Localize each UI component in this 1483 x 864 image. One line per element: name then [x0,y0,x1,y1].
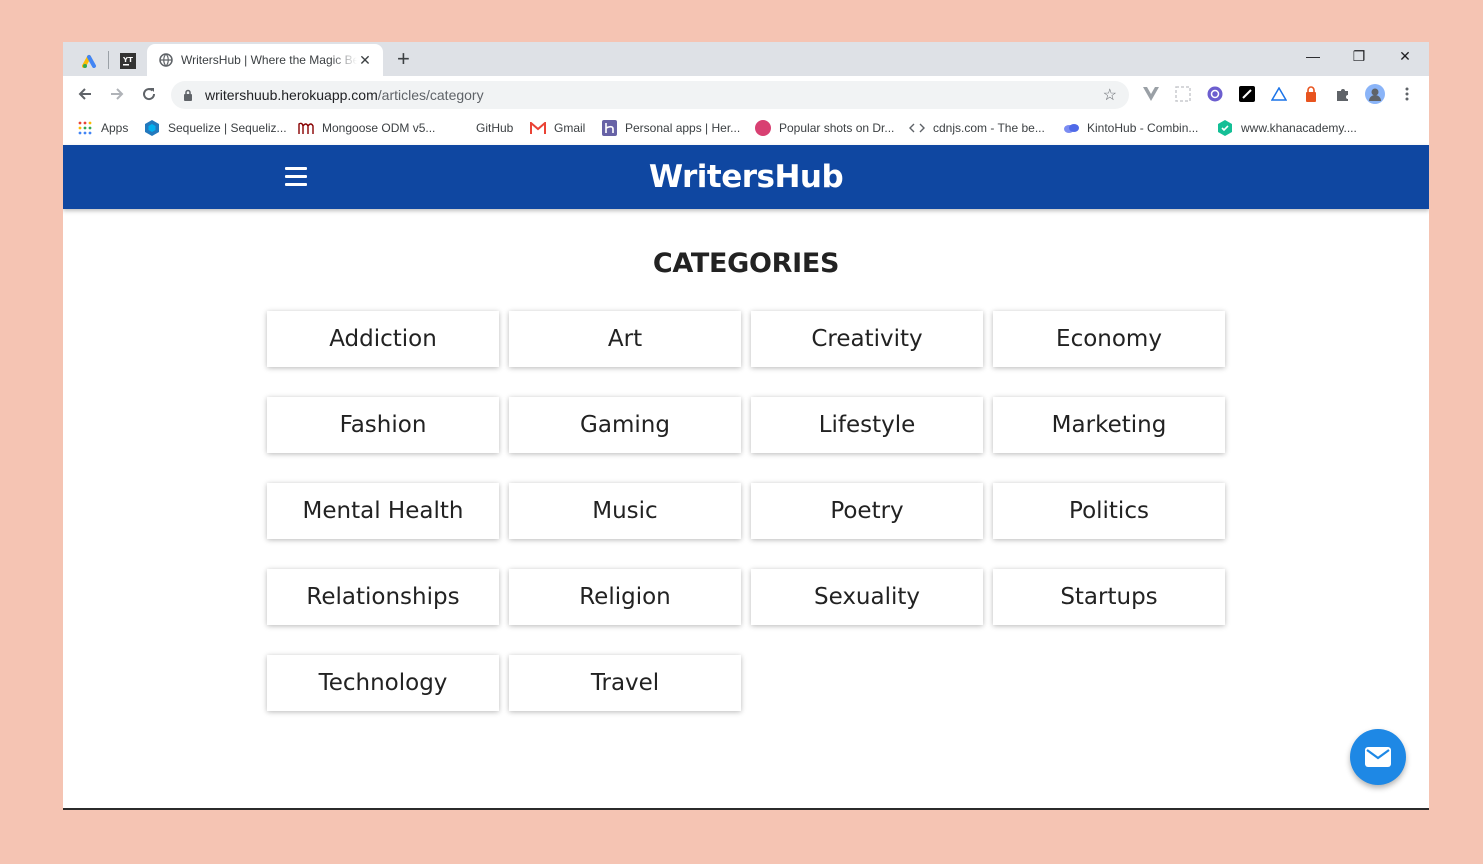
site-header: WritersHub [63,145,1429,209]
new-tab-button[interactable]: + [397,47,410,71]
bookmark-github[interactable]: GitHub [452,118,513,138]
tab-strip: YT WritersHub | Where the Magic Begins ✕… [63,42,1429,76]
reload-icon [143,88,156,101]
contact-fab-button[interactable] [1350,729,1406,785]
code-icon [909,120,925,136]
back-button[interactable] [73,82,97,106]
minimize-button[interactable]: — [1293,48,1333,64]
bookmark-label: Sequelize | Sequeliz... [168,121,287,135]
bookmark-label: Gmail [554,121,586,135]
url-text: writershuub.herokuapp.com/articles/categ… [205,87,1103,103]
back-icon [78,88,91,100]
puzzle-icon[interactable] [1333,84,1353,104]
dribbble-icon [755,120,771,136]
bookmark-sequelize[interactable]: Sequelize | Sequeliz... [144,118,287,138]
bookmark-label: www.khanacademy.... [1241,121,1357,135]
category-button-sexuality[interactable]: Sexuality [751,569,983,625]
menu-dots-icon[interactable] [1397,84,1417,104]
bookmark-apps[interactable]: Apps [77,118,128,138]
reload-button[interactable] [137,82,161,106]
globe-icon [159,53,173,67]
category-button-gaming[interactable]: Gaming [509,397,741,453]
mongoose-icon [298,120,314,136]
category-button-religion[interactable]: Religion [509,569,741,625]
heroku-icon [601,120,617,136]
sequelize-icon [144,120,160,136]
profile-avatar-icon[interactable] [1365,84,1385,104]
browser-window: YT WritersHub | Where the Magic Begins ✕… [63,42,1429,810]
shield-extension-icon[interactable] [1205,84,1225,104]
address-bar[interactable]: writershuub.herokuapp.com/articles/categ… [171,81,1129,109]
url-path: /articles/category [377,87,484,103]
pinned-tab-jetbrains[interactable]: YT [113,46,143,76]
category-button-economy[interactable]: Economy [993,311,1225,367]
bookmark-heroku[interactable]: Personal apps | Her... [601,118,740,138]
bookmark-label: Mongoose ODM v5... [322,121,436,135]
category-button-technology[interactable]: Technology [267,655,499,711]
pinned-tab-google-ads[interactable] [75,46,105,76]
category-button-fashion[interactable]: Fashion [267,397,499,453]
bookmark-label: Popular shots on Dr... [779,121,895,135]
category-button-creativity[interactable]: Creativity [751,311,983,367]
notion-icon[interactable] [1237,84,1257,104]
khanacademy-icon [1217,120,1233,136]
envelope-icon [1365,747,1391,767]
bookmark-label: cdnjs.com - The be... [933,121,1045,135]
category-button-poetry[interactable]: Poetry [751,483,983,539]
category-button-addiction[interactable]: Addiction [267,311,499,367]
category-button-startups[interactable]: Startups [993,569,1225,625]
lastpass-icon[interactable] [1301,84,1321,104]
bookmark-khanacademy[interactable]: www.khanacademy.... [1217,118,1357,138]
brand-logo[interactable]: WritersHub [63,145,1429,209]
category-button-music[interactable]: Music [509,483,741,539]
google-ads-icon [82,55,96,68]
extension-placeholder-icon[interactable] [1173,84,1193,104]
lock-icon [183,89,197,101]
bookmark-dribbble[interactable]: Popular shots on Dr... [755,118,894,138]
category-button-art[interactable]: Art [509,311,741,367]
bookmark-label: Personal apps | Her... [625,121,741,135]
bookmark-label: Apps [101,121,129,135]
bookmark-gmail[interactable]: Gmail [530,118,585,138]
category-button-mental-health[interactable]: Mental Health [267,483,499,539]
gmail-icon [530,120,546,136]
apps-grid-icon [77,120,93,136]
url-host: writershuub.herokuapp.com [205,87,378,103]
category-grid: Addiction Art Creativity Economy Fashion Gami… [267,311,1225,711]
vue-devtools-icon[interactable] [1141,84,1161,104]
jetbrains-icon: YT [120,53,136,69]
close-tab-icon[interactable]: ✕ [357,52,373,69]
bookmark-label: KintoHub - Combin... [1087,121,1199,135]
browser-toolbar: writershuub.herokuapp.com/articles/categ… [63,76,1429,112]
kintohub-icon [1063,120,1079,136]
tab-writershub[interactable]: WritersHub | Where the Magic Begins ✕ [147,44,383,76]
category-button-lifestyle[interactable]: Lifestyle [751,397,983,453]
forward-icon [111,88,124,100]
svg-text:YT: YT [122,56,133,64]
tab-title: WritersHub | Where the Magic Begins [181,53,357,67]
tab-separator [108,51,109,69]
category-button-travel[interactable]: Travel [509,655,741,711]
bookmark-cdnjs[interactable]: cdnjs.com - The be... [909,118,1045,138]
bookmark-label: GitHub [476,121,514,135]
page-title: CATEGORIES [652,248,840,279]
forward-button[interactable] [105,82,129,106]
category-button-relationships[interactable]: Relationships [267,569,499,625]
category-button-marketing[interactable]: Marketing [993,397,1225,453]
bookmarks-bar: Apps Sequelize | Sequeliz... Mongoose OD… [63,112,1429,144]
bookmark-star-icon[interactable]: ☆ [1103,85,1117,105]
category-button-politics[interactable]: Politics [993,483,1225,539]
bookmark-mongoose[interactable]: Mongoose ODM v5... [298,118,435,138]
hamburger-menu-icon[interactable] [285,167,307,187]
drive-icon[interactable] [1269,84,1289,104]
maximize-button[interactable]: ❐ [1339,48,1379,65]
bookmark-kintohub[interactable]: KintoHub - Combin... [1063,118,1198,138]
close-window-button[interactable]: ✕ [1385,48,1425,65]
